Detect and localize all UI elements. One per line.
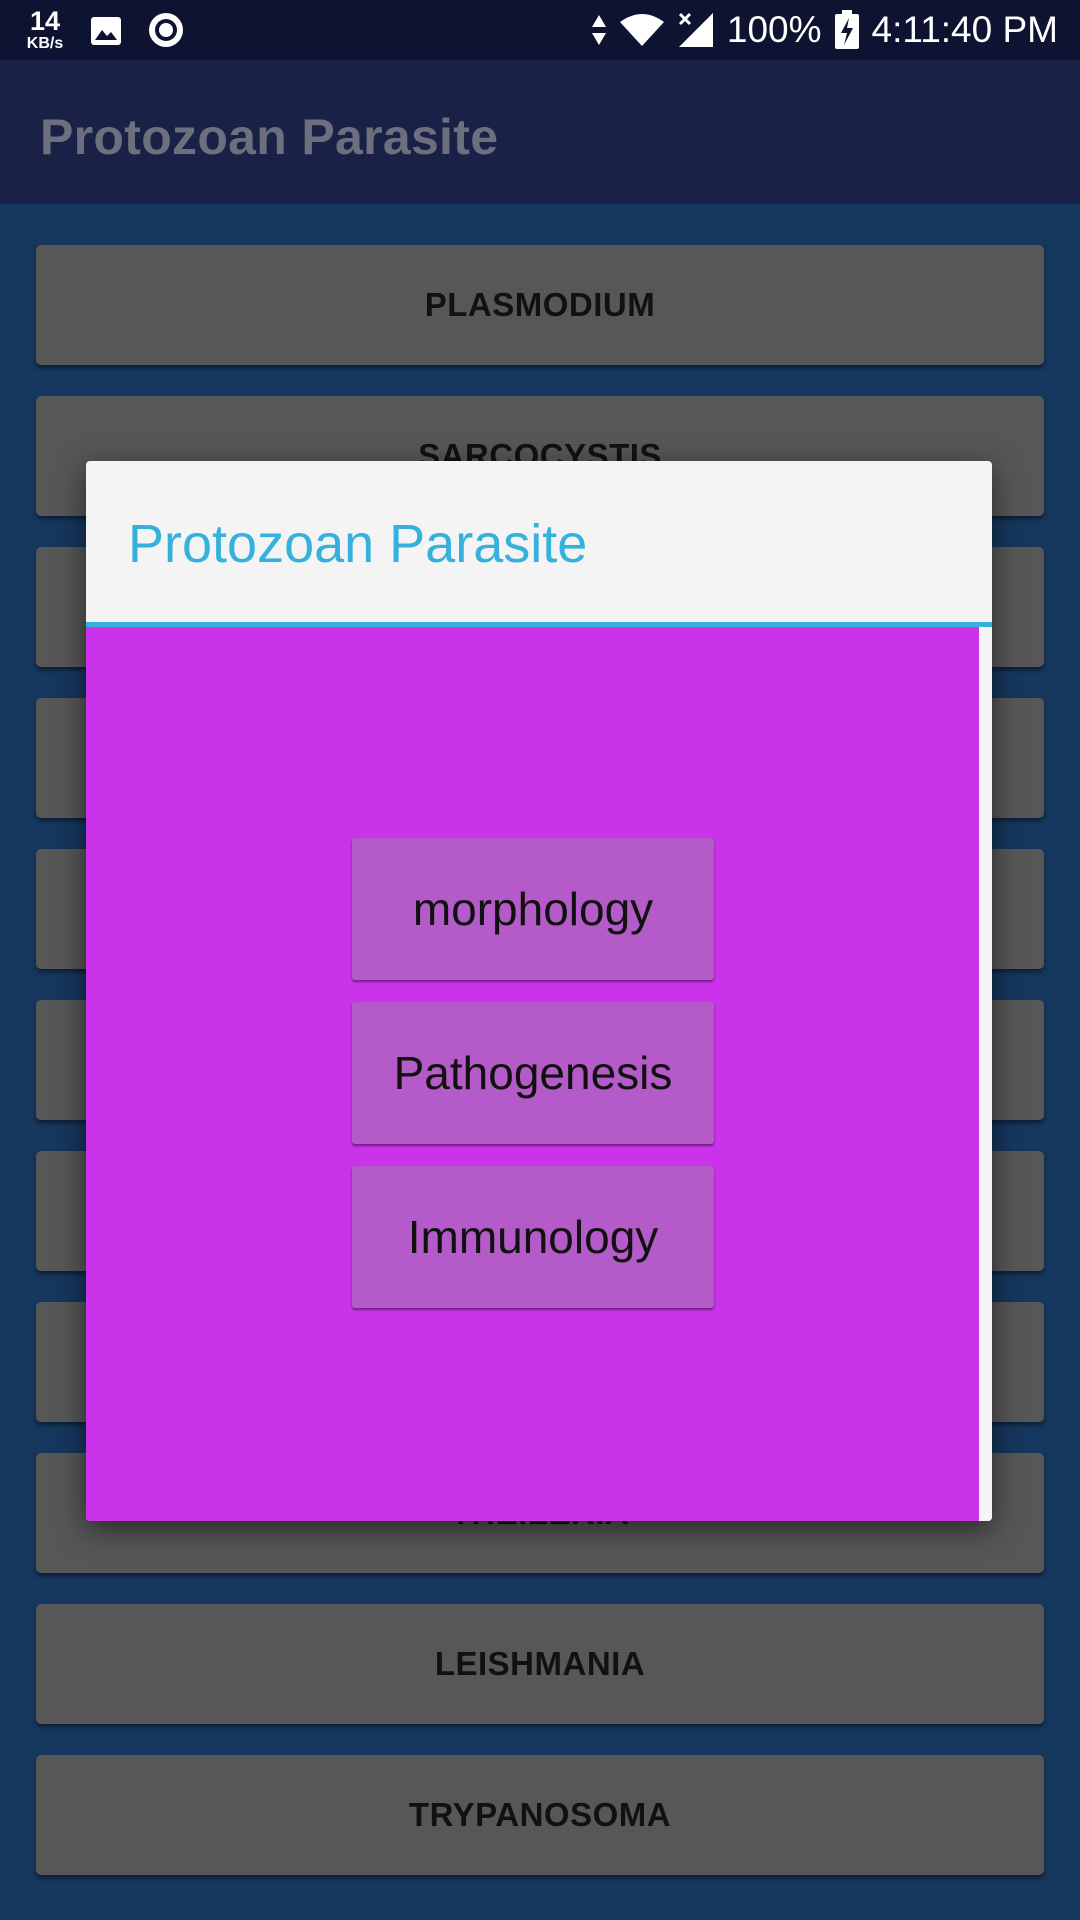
list-button-leishmania[interactable]: LEISHMANIA [36,1604,1044,1724]
dialog-title: Protozoan Parasite [128,514,588,574]
dialog-scrollbar-track [979,627,992,1521]
dialog-header: Protozoan Parasite [86,461,992,621]
network-speed-unit: KB/s [26,35,64,52]
wifi-icon [619,12,665,48]
app-bar: Protozoan Parasite [0,60,1080,204]
signal-icon [677,11,715,49]
image-icon [90,16,122,51]
network-speed-value: 14 [29,6,61,36]
immunology-button[interactable]: Immunology [352,1166,714,1308]
pathogenesis-button[interactable]: Pathogenesis [352,1002,714,1144]
app-title: Protozoan Parasite [40,109,499,165]
clock: 4:11:40 PM [871,9,1058,50]
options-dialog: Protozoan Parasite [86,461,992,1521]
list-button-plasmodium[interactable]: PLASMODIUM [36,245,1044,365]
battery-text: 100% [726,9,822,50]
network-speed: 14 KB/s [22,8,68,52]
morphology-button[interactable]: morphology [352,838,714,980]
record-icon [148,12,184,53]
list-button-trypanosoma[interactable]: TRYPANOSOMA [36,1755,1044,1875]
battery-charging-icon [834,10,860,50]
status-bar: 14 KB/s 100% 4:11:40 PM [0,0,1080,60]
data-arrows-icon [591,13,607,47]
